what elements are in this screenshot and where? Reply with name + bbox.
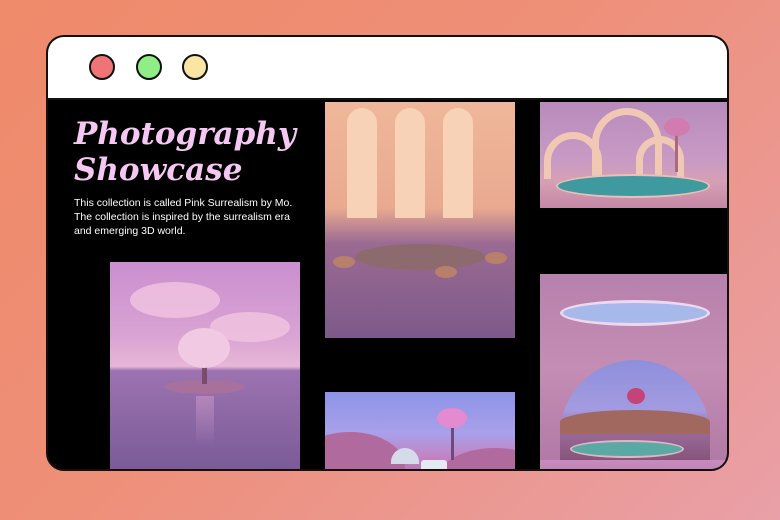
- title-bar: [48, 37, 727, 100]
- maximize-button[interactable]: [136, 54, 162, 80]
- close-button[interactable]: [89, 54, 115, 80]
- title-line-2: Showcase: [74, 152, 243, 188]
- dome-palm-photo[interactable]: [325, 392, 515, 469]
- curtain-arches-photo[interactable]: [325, 102, 515, 338]
- collection-description: This collection is called Pink Surrealis…: [74, 197, 293, 237]
- page-title: Photography Showcase: [74, 116, 334, 188]
- title-line-1: Photography: [74, 116, 296, 152]
- browser-window: Photography Showcase This collection is …: [46, 35, 729, 471]
- minimize-button[interactable]: [182, 54, 208, 80]
- skylight-arch-photo[interactable]: [540, 274, 727, 469]
- tree-island-photo[interactable]: [110, 262, 300, 469]
- pool-arches-photo[interactable]: [540, 102, 727, 208]
- showcase-content: Photography Showcase This collection is …: [48, 100, 727, 469]
